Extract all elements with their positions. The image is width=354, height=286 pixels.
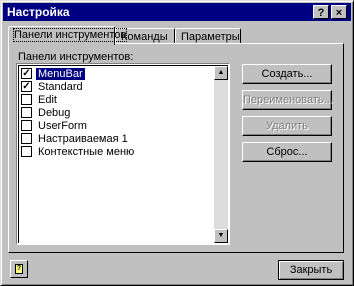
help-button[interactable]: ?	[10, 260, 28, 278]
tab-toolbars-label: Панели инструментов	[12, 28, 128, 42]
list-scrollbar[interactable]: ▲ ▼	[214, 66, 228, 243]
list-item[interactable]: Edit	[21, 94, 211, 107]
list-item-label: Контекстные меню	[38, 146, 135, 158]
checkbox-checked-icon[interactable]: ✓	[21, 68, 32, 79]
title-close-button[interactable]: ×	[331, 5, 347, 19]
list-item-label: Standard	[38, 81, 83, 93]
title-help-button[interactable]: ?	[313, 5, 329, 19]
list-item[interactable]: Debug	[21, 107, 211, 120]
tab-commands-label: Команды	[121, 31, 168, 43]
tab-options-label: Параметры	[181, 31, 240, 43]
tab-options[interactable]: Параметры	[175, 28, 241, 44]
checkbox-icon[interactable]	[21, 120, 32, 131]
help-bubble-icon: ?	[15, 264, 23, 274]
checkbox-checked-icon[interactable]: ✓	[21, 81, 32, 92]
list-item[interactable]: ✓ MenuBar	[21, 68, 211, 81]
list-item-label: UserForm	[38, 120, 87, 132]
toolbars-list-label: Панели инструментов:	[18, 51, 134, 63]
close-button[interactable]: Закрыть	[278, 260, 344, 280]
checkbox-icon[interactable]	[21, 146, 32, 157]
list-item-label: Edit	[38, 94, 57, 106]
list-item[interactable]: Настраиваемая 1	[21, 133, 211, 146]
list-item[interactable]: ✓ Standard	[21, 81, 211, 94]
list-item[interactable]: Контекстные меню	[21, 146, 211, 159]
checkbox-icon[interactable]	[21, 94, 32, 105]
toolbars-list[interactable]: ✓ MenuBar ✓ Standard Edit Debug UserForm…	[16, 63, 230, 245]
list-item-label: MenuBar	[36, 68, 85, 80]
checkbox-icon[interactable]	[21, 107, 32, 118]
toolbars-list-body: ✓ MenuBar ✓ Standard Edit Debug UserForm…	[18, 65, 228, 243]
create-button[interactable]: Создать...	[242, 64, 332, 84]
dialog-title: Настройка	[7, 5, 70, 19]
scroll-down-arrow-icon[interactable]: ▼	[214, 229, 228, 243]
tab-toolbars[interactable]: Панели инструментов	[8, 26, 128, 45]
checkbox-icon[interactable]	[21, 133, 32, 144]
delete-button[interactable]: Удалить	[242, 116, 332, 136]
list-item-label: Настраиваемая 1	[38, 133, 128, 145]
reset-button[interactable]: Сброс...	[242, 142, 332, 162]
scroll-up-arrow-icon[interactable]: ▲	[214, 66, 228, 80]
list-item-label: Debug	[38, 107, 71, 119]
list-item[interactable]: UserForm	[21, 120, 211, 133]
title-bar: Настройка ? ×	[3, 3, 351, 21]
rename-button[interactable]: Переименовать...	[242, 90, 333, 110]
